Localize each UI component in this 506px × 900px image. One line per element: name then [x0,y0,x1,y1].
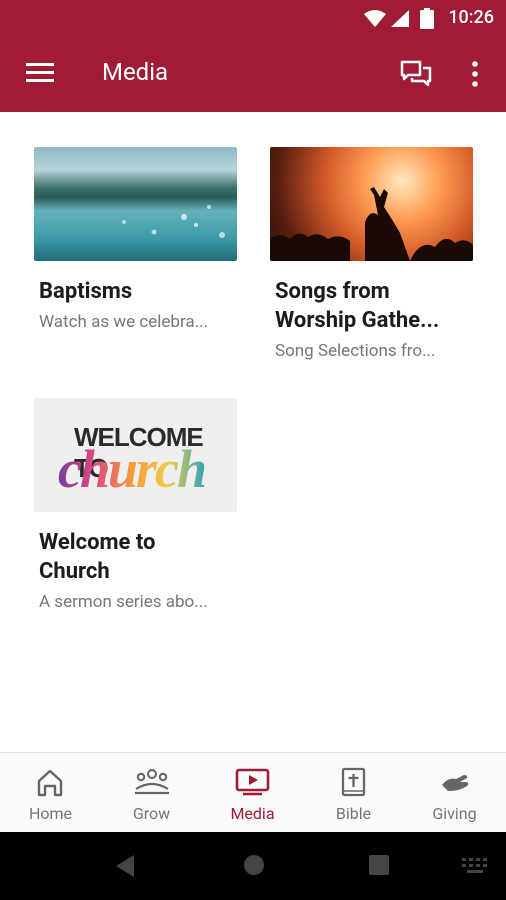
nav-item-giving[interactable]: Giving [404,753,505,833]
hamburger-menu-icon[interactable] [26,62,54,84]
tv-play-icon [235,768,270,796]
recents-icon[interactable] [369,855,389,875]
media-thumbnail: WELCOME TO church [34,398,237,512]
nav-label: Media [230,804,275,823]
nav-label: Grow [132,804,171,823]
thumbnail-script: church [58,439,207,499]
giving-hand-icon [442,775,469,791]
bottom-navigation: Home Grow Media Bible Giving [0,752,506,833]
media-title: Baptisms [39,279,133,304]
battery-icon [420,8,434,29]
nav-item-home[interactable]: Home [0,753,101,833]
signal-icon [391,10,409,27]
status-time: 10:26 [448,7,494,28]
nav-item-grow[interactable]: Grow [101,753,202,833]
keyboard-icon[interactable] [462,858,488,874]
status-bar: 10:26 [0,0,506,36]
media-card-songs[interactable]: Songs from Worship Gathe... Song Selecti… [270,147,473,363]
chat-icon[interactable] [400,60,432,88]
media-thumbnail [34,147,237,261]
app-bar: Media [0,36,506,112]
nav-label: Home [28,804,73,823]
media-subtitle: Song Selections fro... [275,341,436,361]
media-title: Welcome to Church [39,530,156,584]
nav-label: Bible [335,804,372,823]
bible-icon [341,767,366,797]
page-title: Media [102,58,169,86]
media-subtitle: Watch as we celebra... [39,312,209,332]
back-icon[interactable] [114,854,136,878]
home-icon [37,769,63,797]
nav-item-media[interactable]: Media [202,753,303,833]
media-card-baptisms[interactable]: Baptisms Watch as we celebra... [34,147,237,334]
media-subtitle: A sermon series abo... [39,592,208,612]
people-icon [135,769,169,795]
media-thumbnail [270,147,473,261]
nav-label: Giving [432,804,477,823]
wifi-icon [364,10,386,27]
home-button-icon[interactable] [243,854,265,876]
nav-item-bible[interactable]: Bible [303,753,404,833]
system-navigation-bar [0,832,506,900]
media-card-welcome[interactable]: WELCOME TO church Welcome to Church A se… [34,398,237,614]
more-vert-icon[interactable] [470,60,480,88]
media-title: Songs from Worship Gathe... [275,279,440,333]
